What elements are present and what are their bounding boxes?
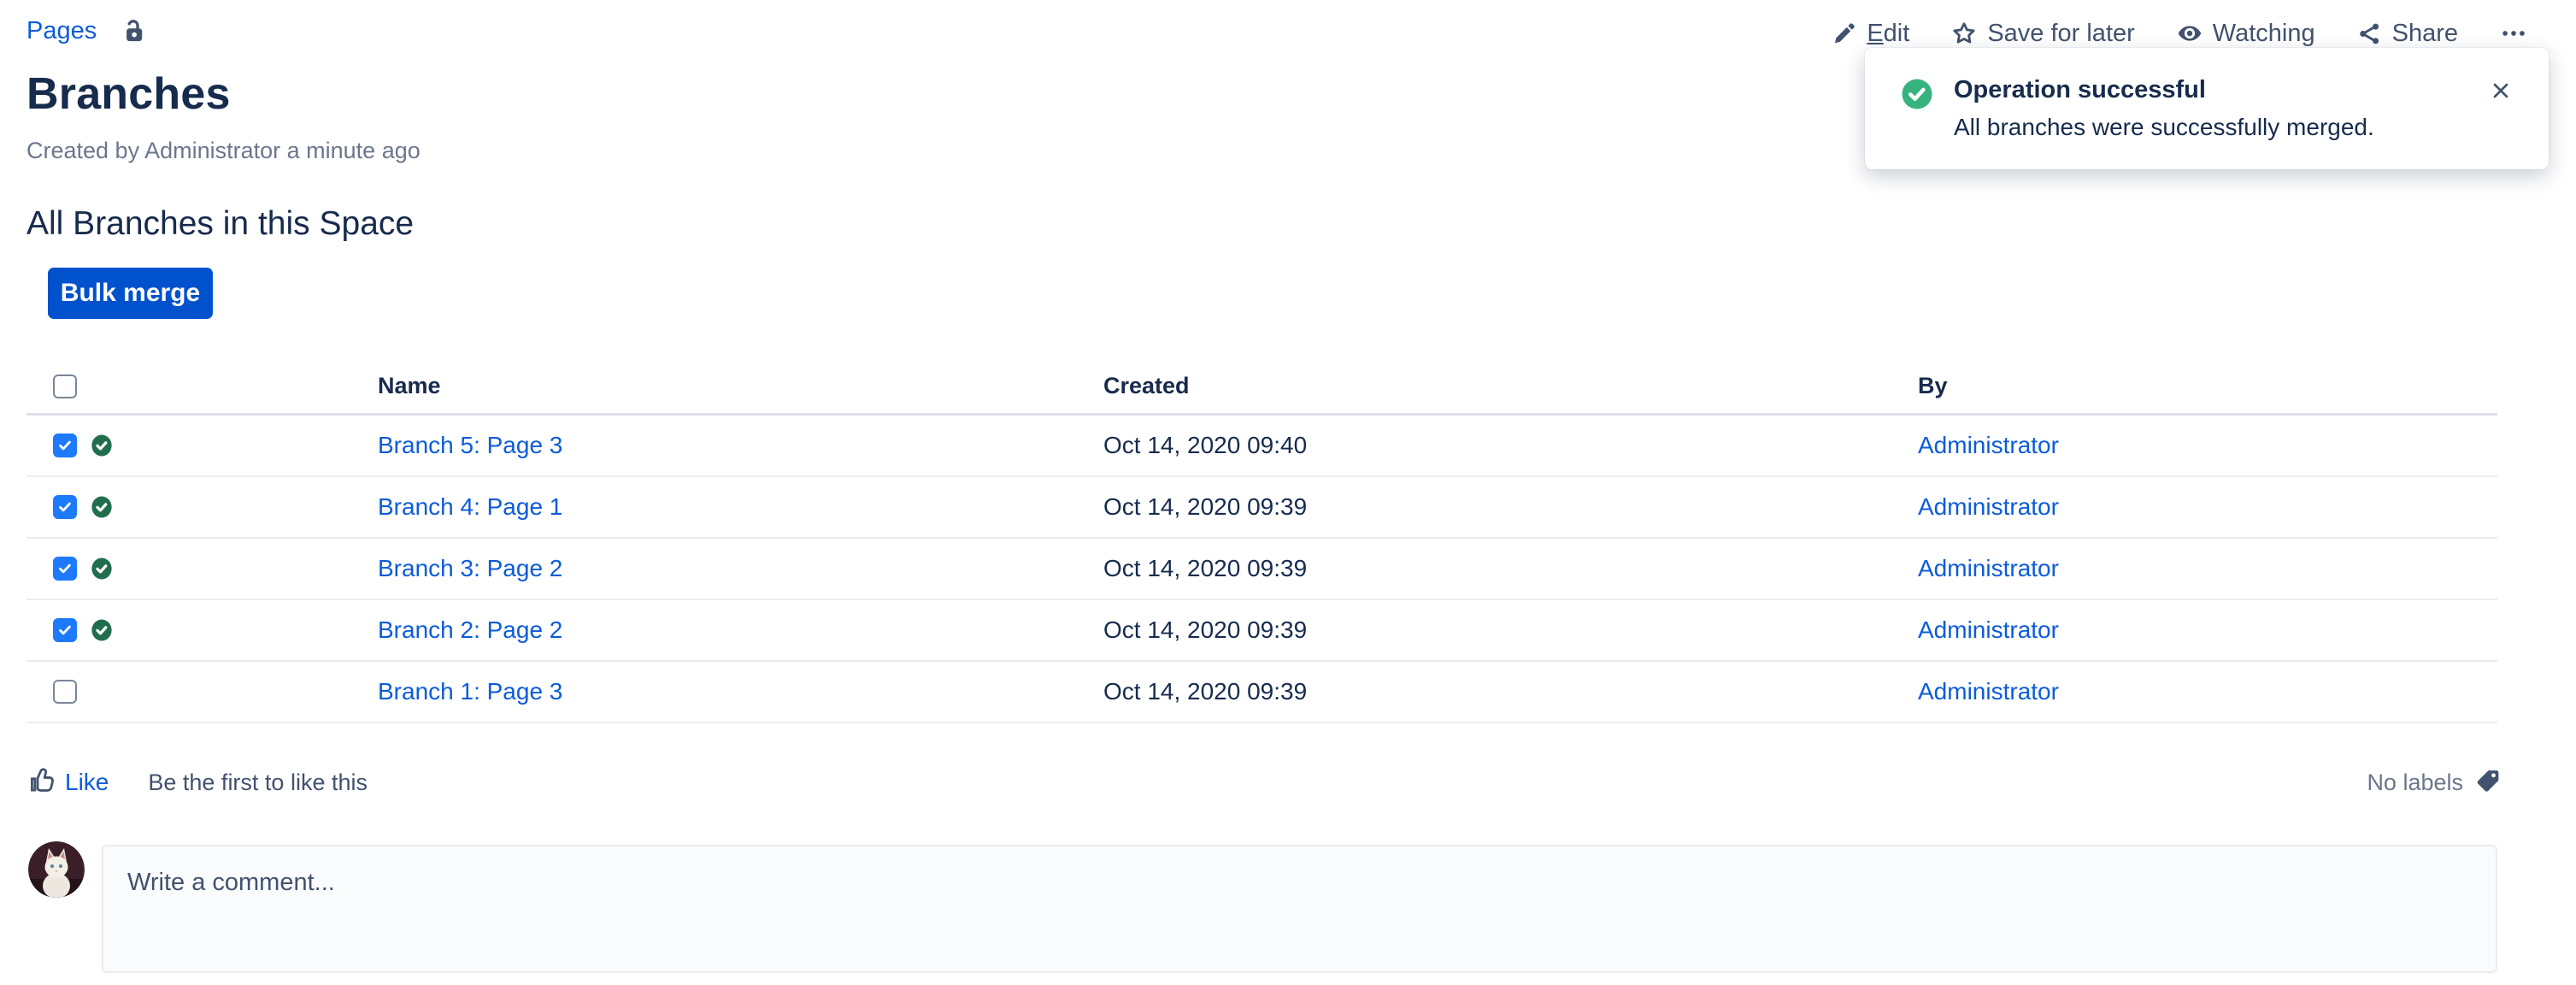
row-checkbox[interactable] [53, 557, 77, 581]
column-header-name: Name [378, 373, 1103, 399]
success-check-icon [1899, 76, 1935, 116]
section-heading: All Branches in this Space [26, 205, 414, 243]
save-for-later-button[interactable]: Save for later [1950, 20, 2134, 48]
row-by-link[interactable]: Administrator [1918, 678, 2059, 705]
column-header-created: Created [1103, 373, 1918, 399]
page-actions: Edit Save for later Watching [1832, 19, 2528, 48]
comment-input[interactable] [102, 845, 2497, 973]
labels-text: No labels [2367, 770, 2463, 796]
ellipsis-icon [2499, 19, 2528, 48]
branch-link[interactable]: Branch 3: Page 2 [378, 555, 562, 581]
save-for-later-label: Save for later [1987, 20, 2134, 48]
toast-title: Operation successful [1954, 76, 2374, 104]
table-row: Branch 1: Page 3 Oct 14, 2020 09:39 Admi… [26, 662, 2497, 723]
share-label: Share [2392, 20, 2458, 48]
branch-link[interactable]: Branch 5: Page 3 [378, 432, 562, 458]
page-title: Branches [26, 68, 231, 120]
row-checkbox[interactable] [53, 495, 77, 519]
close-icon[interactable] [2489, 79, 2513, 107]
row-by-link[interactable]: Administrator [1918, 555, 2059, 581]
merged-icon [89, 617, 115, 643]
like-link[interactable]: Like [65, 769, 109, 796]
breadcrumb: Pages [26, 17, 147, 45]
row-checkbox[interactable] [53, 680, 77, 704]
edit-label: Edit [1867, 20, 1909, 48]
branch-link[interactable]: Branch 2: Page 2 [378, 616, 562, 643]
row-by-link[interactable]: Administrator [1918, 432, 2059, 458]
watching-label: Watching [2213, 20, 2315, 48]
table-header-row: Name Created By [26, 359, 2497, 416]
thumbs-up-icon[interactable] [26, 765, 56, 799]
table-row: Branch 5: Page 3 Oct 14, 2020 09:40 Admi… [26, 416, 2497, 477]
pencil-icon [1832, 21, 1857, 46]
branches-table: Name Created By Branch 5: Page 3 Oct 14,… [26, 359, 2497, 723]
branch-link[interactable]: Branch 1: Page 3 [378, 678, 562, 705]
branch-link[interactable]: Branch 4: Page 1 [378, 493, 562, 520]
tag-icon[interactable] [2473, 766, 2502, 799]
eye-icon [2176, 20, 2203, 47]
avatar[interactable] [28, 841, 85, 898]
toast-message: All branches were successfully merged. [1954, 114, 2374, 141]
branches-table-body: Branch 5: Page 3 Oct 14, 2020 09:40 Admi… [26, 416, 2497, 723]
merged-icon [89, 556, 115, 581]
page-byline: Created by Administrator a minute ago [26, 138, 421, 164]
row-created: Oct 14, 2020 09:39 [1103, 678, 1918, 705]
row-checkbox[interactable] [53, 434, 77, 457]
table-row: Branch 3: Page 2 Oct 14, 2020 09:39 Admi… [26, 539, 2497, 600]
edit-button[interactable]: Edit [1832, 20, 1909, 48]
row-by-link[interactable]: Administrator [1918, 616, 2059, 643]
merged-icon [89, 494, 115, 520]
like-hint: Be the first to like this [148, 770, 368, 796]
more-actions-button[interactable] [2499, 19, 2528, 48]
share-button[interactable]: Share [2356, 20, 2458, 48]
bulk-merge-button[interactable]: Bulk merge [48, 268, 213, 319]
row-created: Oct 14, 2020 09:40 [1103, 432, 1918, 459]
social-row: Like Be the first to like this No labels [26, 765, 2502, 799]
select-all-checkbox[interactable] [53, 375, 77, 398]
row-created: Oct 14, 2020 09:39 [1103, 493, 1918, 521]
row-created: Oct 14, 2020 09:39 [1103, 616, 1918, 644]
row-checkbox[interactable] [53, 618, 77, 642]
column-header-by: By [1918, 373, 2497, 399]
unlock-icon[interactable] [121, 18, 147, 44]
table-row: Branch 2: Page 2 Oct 14, 2020 09:39 Admi… [26, 600, 2497, 662]
watching-button[interactable]: Watching [2176, 20, 2315, 48]
merged-icon [89, 433, 115, 458]
star-icon [1950, 20, 1978, 47]
row-by-link[interactable]: Administrator [1918, 493, 2059, 520]
row-created: Oct 14, 2020 09:39 [1103, 555, 1918, 582]
toast-content: Operation successful All branches were s… [1954, 76, 2374, 141]
toast-notification: Operation successful All branches were s… [1865, 48, 2549, 169]
breadcrumb-pages-link[interactable]: Pages [26, 17, 97, 45]
table-row: Branch 4: Page 1 Oct 14, 2020 09:39 Admi… [26, 477, 2497, 539]
share-icon [2356, 21, 2383, 47]
